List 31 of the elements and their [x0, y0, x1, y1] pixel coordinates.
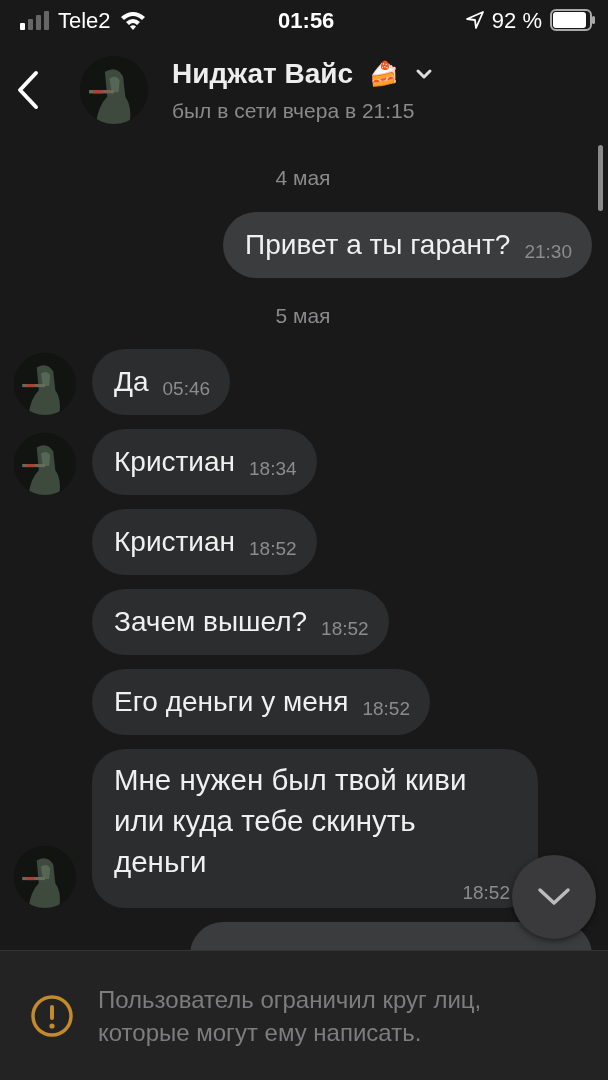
message-text: Мне нужен был твой киви или куда тебе скинуть деньги [114, 762, 468, 880]
message-time: 18:52 [362, 697, 410, 721]
carrier-name: Tele2 [58, 6, 111, 35]
message-time: 18:52 [321, 617, 369, 641]
location-arrow-icon [465, 11, 484, 29]
date-separator: 5 мая [274, 302, 332, 329]
scrollbar [598, 145, 603, 211]
message-text: Кристиан [114, 445, 236, 479]
message-time: 05:46 [162, 377, 211, 401]
restriction-notice: Пользователь ограничил круг лиц, которые могут ему написать. [98, 984, 483, 1048]
battery-percent: 92 % [491, 6, 542, 35]
signal-icon [20, 10, 50, 30]
cake-emoji: 🍰 [369, 59, 400, 90]
message-time: 18:52 [249, 537, 297, 561]
contact-name[interactable]: Ниджат Вайс [172, 53, 354, 96]
chevron-down-icon[interactable] [415, 68, 434, 81]
battery-icon [550, 9, 596, 31]
message-time: 18:34 [249, 457, 297, 481]
message-text: Привет а ты гарант? [245, 227, 511, 262]
warning-icon [30, 993, 74, 1038]
clock: 01:56 [278, 6, 335, 35]
last-seen-status: был в сети вчера в 21:15 [172, 98, 416, 125]
back-icon[interactable] [16, 70, 40, 110]
date-separator: 4 мая [274, 165, 332, 191]
message-text: Его деньги у меня [114, 685, 349, 719]
chevron-down-icon [537, 887, 571, 907]
message-text: Кристиан [114, 525, 236, 559]
message-time: 18:52 [462, 882, 510, 904]
message-time: 21:30 [524, 239, 572, 264]
message-text: Зачем вышел? [114, 605, 308, 639]
message-text: Да [114, 365, 149, 399]
